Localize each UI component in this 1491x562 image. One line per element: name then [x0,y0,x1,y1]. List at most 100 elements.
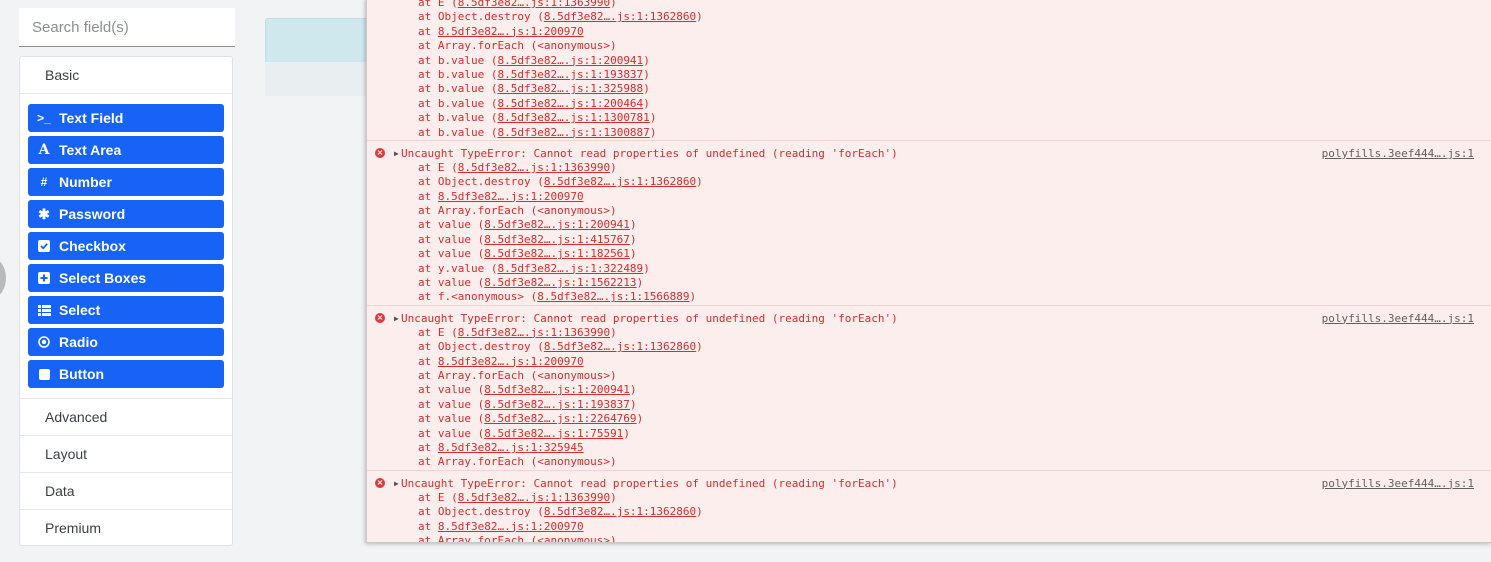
plus-square-icon [37,271,51,285]
dot-circle-icon [37,335,51,349]
stack-frame-link[interactable]: 8.5df3e82….js:1:2264769 [484,412,636,425]
search-input[interactable] [19,8,235,46]
stack-frame: at 8.5df3e82….js:1:200970 [418,24,584,38]
stack-frame: at f.<anonymous> (8.5df3e82….js:1:156688… [418,290,697,304]
components-panel: Basic >_ Text Field A Text Area # Number… [19,56,233,546]
error-header[interactable]: × ▶ Uncaught TypeError: Cannot read proper… [367,146,1491,161]
error-source-link[interactable]: polyfills.3eef444….js:1 [1322,476,1474,491]
stack-frame-link[interactable]: 8.5df3e82….js:1:193837 [484,398,630,411]
component-password[interactable]: ✱ Password [28,200,224,228]
stack-frame-link[interactable]: 8.5df3e82….js:1:200941 [484,383,630,396]
component-label: Radio [59,334,98,350]
stack-frame: at 8.5df3e82….js:1:200970 [418,519,584,533]
component-label: Text Area [59,142,122,158]
stack-frame-link[interactable]: 8.5df3e82….js:1:1363990 [458,161,610,174]
stack-frame: at value (8.5df3e82….js:1:415767) [418,232,637,246]
stack-frame-link[interactable]: 8.5df3e82….js:1:182561 [484,247,630,260]
console-error-entry[interactable]: × ▶ Uncaught TypeError: Cannot read proper… [367,141,1491,306]
component-text-area[interactable]: A Text Area [28,136,224,164]
form-drop-zone[interactable] [265,18,377,64]
component-label: Button [59,366,105,382]
group-layout[interactable]: Layout [20,436,232,473]
error-source-link[interactable]: polyfills.3eef444….js:1 [1322,311,1474,326]
stack-frame: at b.value (8.5df3e82….js:1:325988) [418,82,650,96]
stack-frame-link[interactable]: 8.5df3e82….js:1:415767 [484,233,630,246]
expand-caret-icon[interactable]: ▶ [394,311,399,326]
stack-frame-link[interactable]: 8.5df3e82….js:1:1300887 [497,126,649,139]
stack-frame-link[interactable]: 8.5df3e82….js:1:200970 [438,355,584,368]
stack-frame-link[interactable]: 8.5df3e82….js:1:1566889 [537,290,689,303]
console-error-entry[interactable]: at E (8.5df3e82….js:1:1363990) at Object.… [367,0,1491,141]
component-label: Select [59,302,101,318]
component-radio[interactable]: Radio [28,328,224,356]
error-source-link[interactable]: polyfills.3eef444….js:1 [1322,146,1474,161]
stack-frame: at E (8.5df3e82….js:1:1363990) [418,490,617,504]
stack-frame-link[interactable]: 8.5df3e82….js:1:1363990 [458,491,610,504]
basic-components-list: >_ Text Field A Text Area # Number ✱ Pas… [20,94,232,399]
stack-frame: at Array.forEach (<anonymous>) [418,204,617,218]
stack-frame-link[interactable]: 8.5df3e82….js:1:200970 [438,190,584,203]
stack-frame-link[interactable]: 8.5df3e82….js:1:1300781 [497,111,649,124]
stack-frame: at value (8.5df3e82….js:1:75591) [418,426,630,440]
console-error-entry[interactable]: × ▶ Uncaught TypeError: Cannot read proper… [367,471,1491,543]
stack-frame: at Object.destroy (8.5df3e82….js:1:13628… [418,10,703,24]
group-basic[interactable]: Basic [20,57,232,94]
stack-frame: at b.value (8.5df3e82….js:1:200464) [418,96,650,110]
stack-frame: at Array.forEach (<anonymous>) [418,455,617,469]
th-list-icon [37,303,51,317]
stack-frame-link[interactable]: 8.5df3e82….js:1:1363990 [458,0,610,9]
stack-frame: at 8.5df3e82….js:1:200970 [418,354,584,368]
component-select[interactable]: Select [28,296,224,324]
stack-frame: at Array.forEach (<anonymous>) [418,368,617,382]
component-label: Password [59,206,126,222]
stack-frame-link[interactable]: 8.5df3e82….js:1:193837 [497,68,643,81]
stack-frame: at E (8.5df3e82….js:1:1363990) [418,160,617,174]
stack-frame-link[interactable]: 8.5df3e82….js:1:325988 [497,82,643,95]
stack-frame-link[interactable]: 8.5df3e82….js:1:1362860 [544,10,696,23]
error-header[interactable]: × ▶ Uncaught TypeError: Cannot read proper… [367,311,1491,326]
group-advanced[interactable]: Advanced [20,399,232,436]
error-message: Uncaught TypeError: Cannot read properti… [401,311,898,325]
stack-frame-link[interactable]: 8.5df3e82….js:1:75591 [484,427,623,440]
component-button[interactable]: Button [28,360,224,388]
stack-frame-link[interactable]: 8.5df3e82….js:1:1362860 [544,340,696,353]
stack-frame: at Object.destroy (8.5df3e82….js:1:13628… [418,505,703,519]
stack-frame: at Array.forEach (<anonymous>) [418,533,617,543]
stack-frame-link[interactable]: 8.5df3e82….js:1:200941 [484,218,630,231]
stack-frame: at E (8.5df3e82….js:1:1363990) [367,0,1491,10]
stack-frame-link[interactable]: 8.5df3e82….js:1:1362860 [544,505,696,518]
console-error-entry[interactable]: × ▶ Uncaught TypeError: Cannot read proper… [367,306,1491,471]
stack-frame: at value (8.5df3e82….js:1:193837) [418,397,637,411]
terminal-icon: >_ [37,111,51,125]
stack-frame: at b.value (8.5df3e82….js:1:1300781) [418,111,657,125]
stack-frame-link[interactable]: 8.5df3e82….js:1:1363990 [458,326,610,339]
stack-frame: at Object.destroy (8.5df3e82….js:1:13628… [418,175,703,189]
stack-frame-link[interactable]: 8.5df3e82….js:1:200970 [438,520,584,533]
stack-frame-link[interactable]: 8.5df3e82….js:1:325945 [438,441,584,454]
form-drop-zone-shadow [265,62,375,96]
stack-frame: at Object.destroy (8.5df3e82….js:1:13628… [418,340,703,354]
stack-frame-link[interactable]: 8.5df3e82….js:1:200970 [438,25,584,38]
stack-frame-link[interactable]: 8.5df3e82….js:1:322489 [497,262,643,275]
stack-frame-link[interactable]: 8.5df3e82….js:1:200464 [497,97,643,110]
expand-caret-icon[interactable]: ▶ [394,476,399,491]
component-select-boxes[interactable]: Select Boxes [28,264,224,292]
stack-frame-link[interactable]: 8.5df3e82….js:1:1362860 [544,175,696,188]
group-premium[interactable]: Premium [20,510,232,547]
expand-caret-icon[interactable]: ▶ [394,146,399,161]
component-label: Checkbox [59,238,126,254]
drag-handle[interactable] [0,258,6,298]
stack-frame-link[interactable]: 8.5df3e82….js:1:200941 [497,54,643,67]
stack-frame: at E (8.5df3e82….js:1:1363990) [418,325,617,339]
component-number[interactable]: # Number [28,168,224,196]
component-checkbox[interactable]: Checkbox [28,232,224,260]
asterisk-icon: ✱ [38,205,50,222]
stack-frame: at value (8.5df3e82….js:1:1562213) [418,276,644,290]
error-header[interactable]: × ▶ Uncaught TypeError: Cannot read proper… [367,476,1491,491]
stack-frame: at value (8.5df3e82….js:1:200941) [418,218,637,232]
component-text-field[interactable]: >_ Text Field [28,104,224,132]
group-data[interactable]: Data [20,473,232,510]
console-entries: at E (8.5df3e82….js:1:1363990) at Object.… [367,0,1491,543]
stack-frame-link[interactable]: 8.5df3e82….js:1:1562213 [484,276,636,289]
component-label: Text Field [59,110,124,126]
